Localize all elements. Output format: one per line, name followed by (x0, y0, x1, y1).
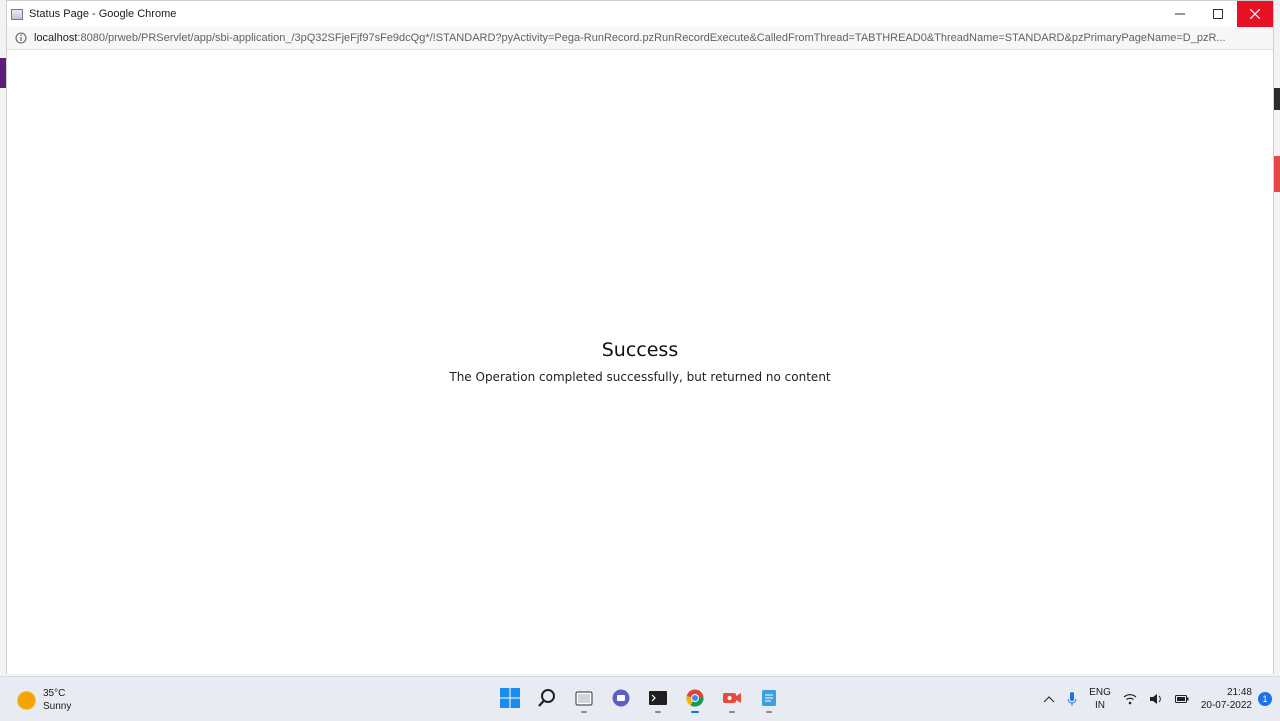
weather-temperature: 35°C (43, 688, 66, 699)
notepad-icon (762, 690, 776, 706)
minimize-icon (1175, 13, 1185, 15)
chrome-popup-window: Status Page - Google Chrome localhost:80… (6, 0, 1274, 674)
background-app-edge-red (1274, 156, 1280, 192)
url-text[interactable]: localhost:8080/prweb/PRServlet/app/sbi-a… (34, 32, 1254, 44)
background-app-edge-dark (1274, 88, 1280, 110)
weather-description: Sunny (43, 701, 72, 712)
video-camera-icon (723, 693, 741, 703)
speaker-icon (1149, 694, 1161, 704)
weather-widget[interactable]: 35°C Sunny (18, 687, 71, 713)
clock[interactable]: 21:48 20-07-2022 (1201, 686, 1252, 712)
notification-badge[interactable]: 1 (1258, 692, 1272, 706)
search-button[interactable] (533, 683, 561, 713)
page-content: Success The Operation completed successf… (7, 50, 1273, 674)
task-view-icon (575, 691, 593, 706)
microphone-button[interactable] (1067, 692, 1077, 706)
task-view-button[interactable] (570, 683, 598, 713)
running-indicator (655, 711, 661, 713)
terminal-icon (649, 691, 667, 705)
maximize-icon (1213, 9, 1223, 19)
running-indicator (766, 711, 772, 713)
taskbar-apps (496, 683, 783, 713)
wifi-icon (1123, 694, 1137, 705)
running-indicator (729, 711, 735, 713)
close-button[interactable] (1237, 1, 1273, 27)
page-favicon-icon (11, 8, 23, 20)
chrome-button[interactable] (681, 683, 709, 713)
start-button[interactable] (496, 683, 524, 713)
sun-icon (18, 691, 35, 709)
language-indicator[interactable]: ENG IN (1089, 686, 1111, 712)
taskbar: 35°C Sunny ENG IN 21:48 20-07-2022 1 (0, 676, 1280, 721)
teams-chat-button[interactable] (607, 683, 635, 713)
system-tray: ENG IN 21:48 20-07-2022 1 (1037, 677, 1280, 721)
title-bar[interactable]: Status Page - Google Chrome (7, 1, 1273, 27)
volume-button[interactable] (1149, 693, 1163, 705)
microphone-icon (1067, 692, 1077, 706)
chat-icon (612, 689, 630, 707)
notepad-button[interactable] (755, 683, 783, 713)
show-hidden-icons-button[interactable] (1043, 694, 1055, 704)
window-controls (1161, 1, 1273, 27)
maximize-button[interactable] (1199, 1, 1237, 27)
recorder-button[interactable] (718, 683, 746, 713)
search-icon (538, 689, 555, 707)
chrome-icon (686, 689, 704, 707)
close-icon (1250, 9, 1260, 19)
terminal-button[interactable] (644, 683, 672, 713)
address-bar[interactable]: localhost:8080/prweb/PRServlet/app/sbi-a… (7, 27, 1273, 50)
status-message: The Operation completed successfully, bu… (449, 370, 831, 384)
battery-button[interactable] (1174, 694, 1189, 704)
info-icon[interactable] (15, 32, 27, 44)
windows-logo-icon (500, 688, 520, 708)
network-button[interactable] (1123, 693, 1137, 705)
url-path: :8080/prweb/PRServlet/app/sbi-applicatio… (77, 32, 1226, 44)
battery-icon (1174, 695, 1189, 703)
running-indicator (581, 711, 587, 713)
page-title: Success (601, 339, 679, 361)
minimize-button[interactable] (1161, 1, 1199, 27)
url-host: localhost (34, 32, 78, 44)
chevron-up-icon (1043, 696, 1055, 703)
window-title: Status Page - Google Chrome (29, 8, 177, 20)
clock-date: 20-07-2022 (1200, 700, 1252, 711)
region-code: IN (1095, 700, 1105, 711)
active-indicator (691, 711, 699, 713)
language-code: ENG (1089, 687, 1111, 698)
clock-time: 21:48 (1226, 687, 1252, 698)
